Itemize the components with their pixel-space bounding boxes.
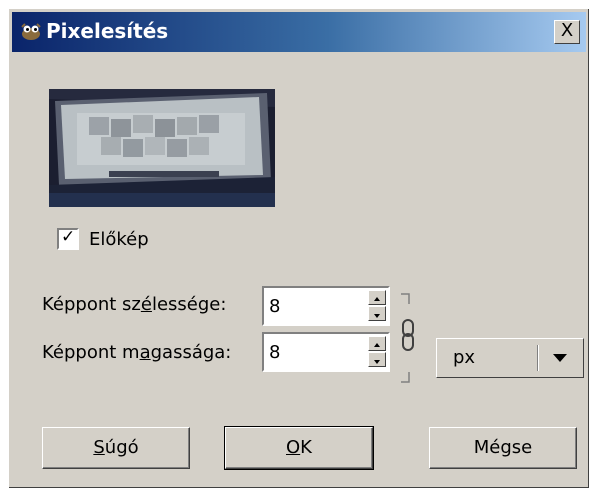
- checkmark-icon: ✓: [61, 227, 76, 247]
- pixelated-preview: [49, 89, 275, 207]
- title-bar[interactable]: Pixelesítés X: [12, 12, 586, 52]
- pixel-height-value[interactable]: 8: [269, 342, 280, 363]
- spin-up-button[interactable]: [368, 290, 386, 305]
- gimp-wilber-icon: [21, 23, 41, 40]
- arrow-up-icon: [374, 343, 380, 347]
- chain-link-icon[interactable]: [397, 292, 419, 384]
- preview-label: Előkép: [89, 229, 149, 250]
- preview-image: [49, 89, 275, 207]
- window-title: Pixelesítés: [46, 19, 169, 43]
- unit-value: px: [453, 347, 476, 368]
- spin-up-button[interactable]: [368, 336, 386, 351]
- pixel-width-value[interactable]: 8: [269, 296, 280, 317]
- spin-down-button[interactable]: [368, 306, 386, 321]
- cancel-button[interactable]: Mégse: [429, 427, 577, 469]
- arrow-down-icon: [374, 314, 380, 318]
- ok-button[interactable]: OK: [224, 426, 374, 470]
- dropdown-separator: [537, 345, 539, 371]
- preview-checkbox[interactable]: ✓: [57, 227, 79, 250]
- spin-down-button[interactable]: [368, 352, 386, 367]
- arrow-up-icon: [374, 297, 380, 301]
- close-icon: X: [560, 20, 574, 41]
- pixel-height-spinbox[interactable]: 8: [262, 332, 390, 372]
- unit-dropdown[interactable]: px: [436, 338, 584, 378]
- arrow-down-icon: [374, 360, 380, 364]
- close-button[interactable]: X: [554, 20, 580, 44]
- pixel-height-label: Képpont magassága:: [42, 342, 232, 363]
- pixel-width-spinbox[interactable]: 8: [262, 286, 390, 326]
- pixel-width-label: Képpont szélessége:: [42, 294, 227, 315]
- triangle-down-icon[interactable]: [549, 351, 571, 365]
- pixelize-dialog: Pixelesítés X ✓ Előkép Képpont szélesség…: [8, 8, 590, 489]
- help-button[interactable]: Súgó: [42, 427, 190, 469]
